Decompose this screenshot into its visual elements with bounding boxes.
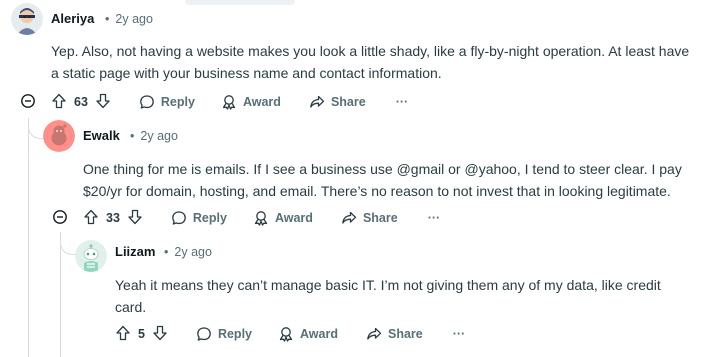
vote-count: 33: [106, 211, 120, 225]
upvote-button[interactable]: [115, 325, 131, 344]
comment-actions: 63 Reply Award Share ···: [51, 91, 408, 113]
downvote-button[interactable]: [127, 209, 143, 228]
comment-age: • 2y ago: [164, 245, 212, 259]
award-ribbon-icon: [222, 95, 236, 110]
reply-button[interactable]: Reply: [196, 326, 252, 342]
collapse-minus-icon: [53, 210, 67, 224]
avatar[interactable]: [43, 120, 75, 152]
timestamp: 2y ago: [115, 12, 153, 26]
share-arrow-icon: [342, 211, 357, 224]
vote-control: 33: [83, 209, 143, 228]
username[interactable]: Ewalk: [83, 128, 120, 143]
collapse-minus-icon: [21, 94, 35, 108]
award-button[interactable]: Award: [278, 326, 338, 342]
speech-bubble-icon: [197, 327, 211, 341]
award-label: Award: [242, 95, 281, 109]
reply-label: Reply: [192, 211, 227, 225]
comment-thread: Aleriya • 2y ago Yep. Also, not having a …: [0, 0, 709, 357]
reply-button[interactable]: Reply: [139, 94, 195, 110]
upvote-arrow-icon: [116, 325, 130, 340]
username[interactable]: Liizam: [115, 244, 155, 259]
avatar[interactable]: [75, 240, 107, 272]
share-button[interactable]: Share: [366, 326, 423, 342]
more-options-button[interactable]: ···: [396, 95, 409, 109]
downvote-button[interactable]: [152, 325, 168, 344]
upvote-button[interactable]: [83, 209, 99, 228]
downvote-arrow-icon: [153, 325, 167, 340]
downvote-button[interactable]: [95, 93, 111, 112]
comment-age: • 2y ago: [105, 12, 153, 26]
upvote-arrow-icon: [84, 209, 98, 224]
comment-body: Yep. Also, not having a website makes yo…: [51, 43, 690, 81]
share-label: Share: [387, 327, 423, 341]
meta-separator: •: [130, 129, 135, 143]
collapse-button[interactable]: [53, 210, 67, 229]
meta-separator: •: [105, 12, 110, 26]
comment-body: One thing for me is emails. If I see a b…: [83, 161, 682, 199]
vote-control: 5: [115, 325, 168, 344]
vote-count: 5: [138, 327, 145, 341]
downvote-arrow-icon: [96, 93, 110, 108]
share-button[interactable]: Share: [309, 94, 366, 110]
thread-line-1: [28, 118, 29, 357]
vote-control: 63: [51, 93, 111, 112]
award-button[interactable]: Award: [253, 210, 313, 226]
avatar[interactable]: [11, 3, 43, 35]
timestamp: 2y ago: [140, 129, 178, 143]
more-options-button[interactable]: ···: [428, 211, 441, 225]
comment-body: Yeah it means they can’t manage basic IT…: [115, 277, 661, 315]
award-ribbon-icon: [279, 327, 293, 342]
share-arrow-icon: [310, 95, 325, 108]
timestamp: 2y ago: [174, 245, 212, 259]
thread-line-2: [60, 232, 61, 357]
speech-bubble-icon: [140, 95, 154, 109]
upvote-arrow-icon: [52, 93, 66, 108]
collapse-button[interactable]: [21, 94, 35, 113]
scroll-edge: [185, 0, 295, 5]
award-label: Award: [274, 211, 313, 225]
reply-button[interactable]: Reply: [171, 210, 227, 226]
more-options-button[interactable]: ···: [453, 327, 466, 341]
share-arrow-icon: [367, 327, 382, 340]
comment-actions: 33 Reply Award Share ···: [83, 207, 440, 229]
award-ribbon-icon: [254, 211, 268, 226]
vote-count: 63: [74, 95, 88, 109]
reply-label: Reply: [160, 95, 195, 109]
share-button[interactable]: Share: [341, 210, 398, 226]
downvote-arrow-icon: [128, 209, 142, 224]
award-label: Award: [300, 327, 338, 341]
award-button[interactable]: Award: [221, 94, 281, 110]
reply-label: Reply: [217, 327, 252, 341]
share-label: Share: [330, 95, 366, 109]
upvote-button[interactable]: [51, 93, 67, 112]
comment-actions: 5 Reply Award Share ···: [115, 323, 465, 345]
comment-age: • 2y ago: [130, 129, 178, 143]
speech-bubble-icon: [172, 211, 186, 225]
meta-separator: •: [164, 245, 169, 259]
share-label: Share: [362, 211, 398, 225]
username[interactable]: Aleriya: [51, 11, 94, 26]
